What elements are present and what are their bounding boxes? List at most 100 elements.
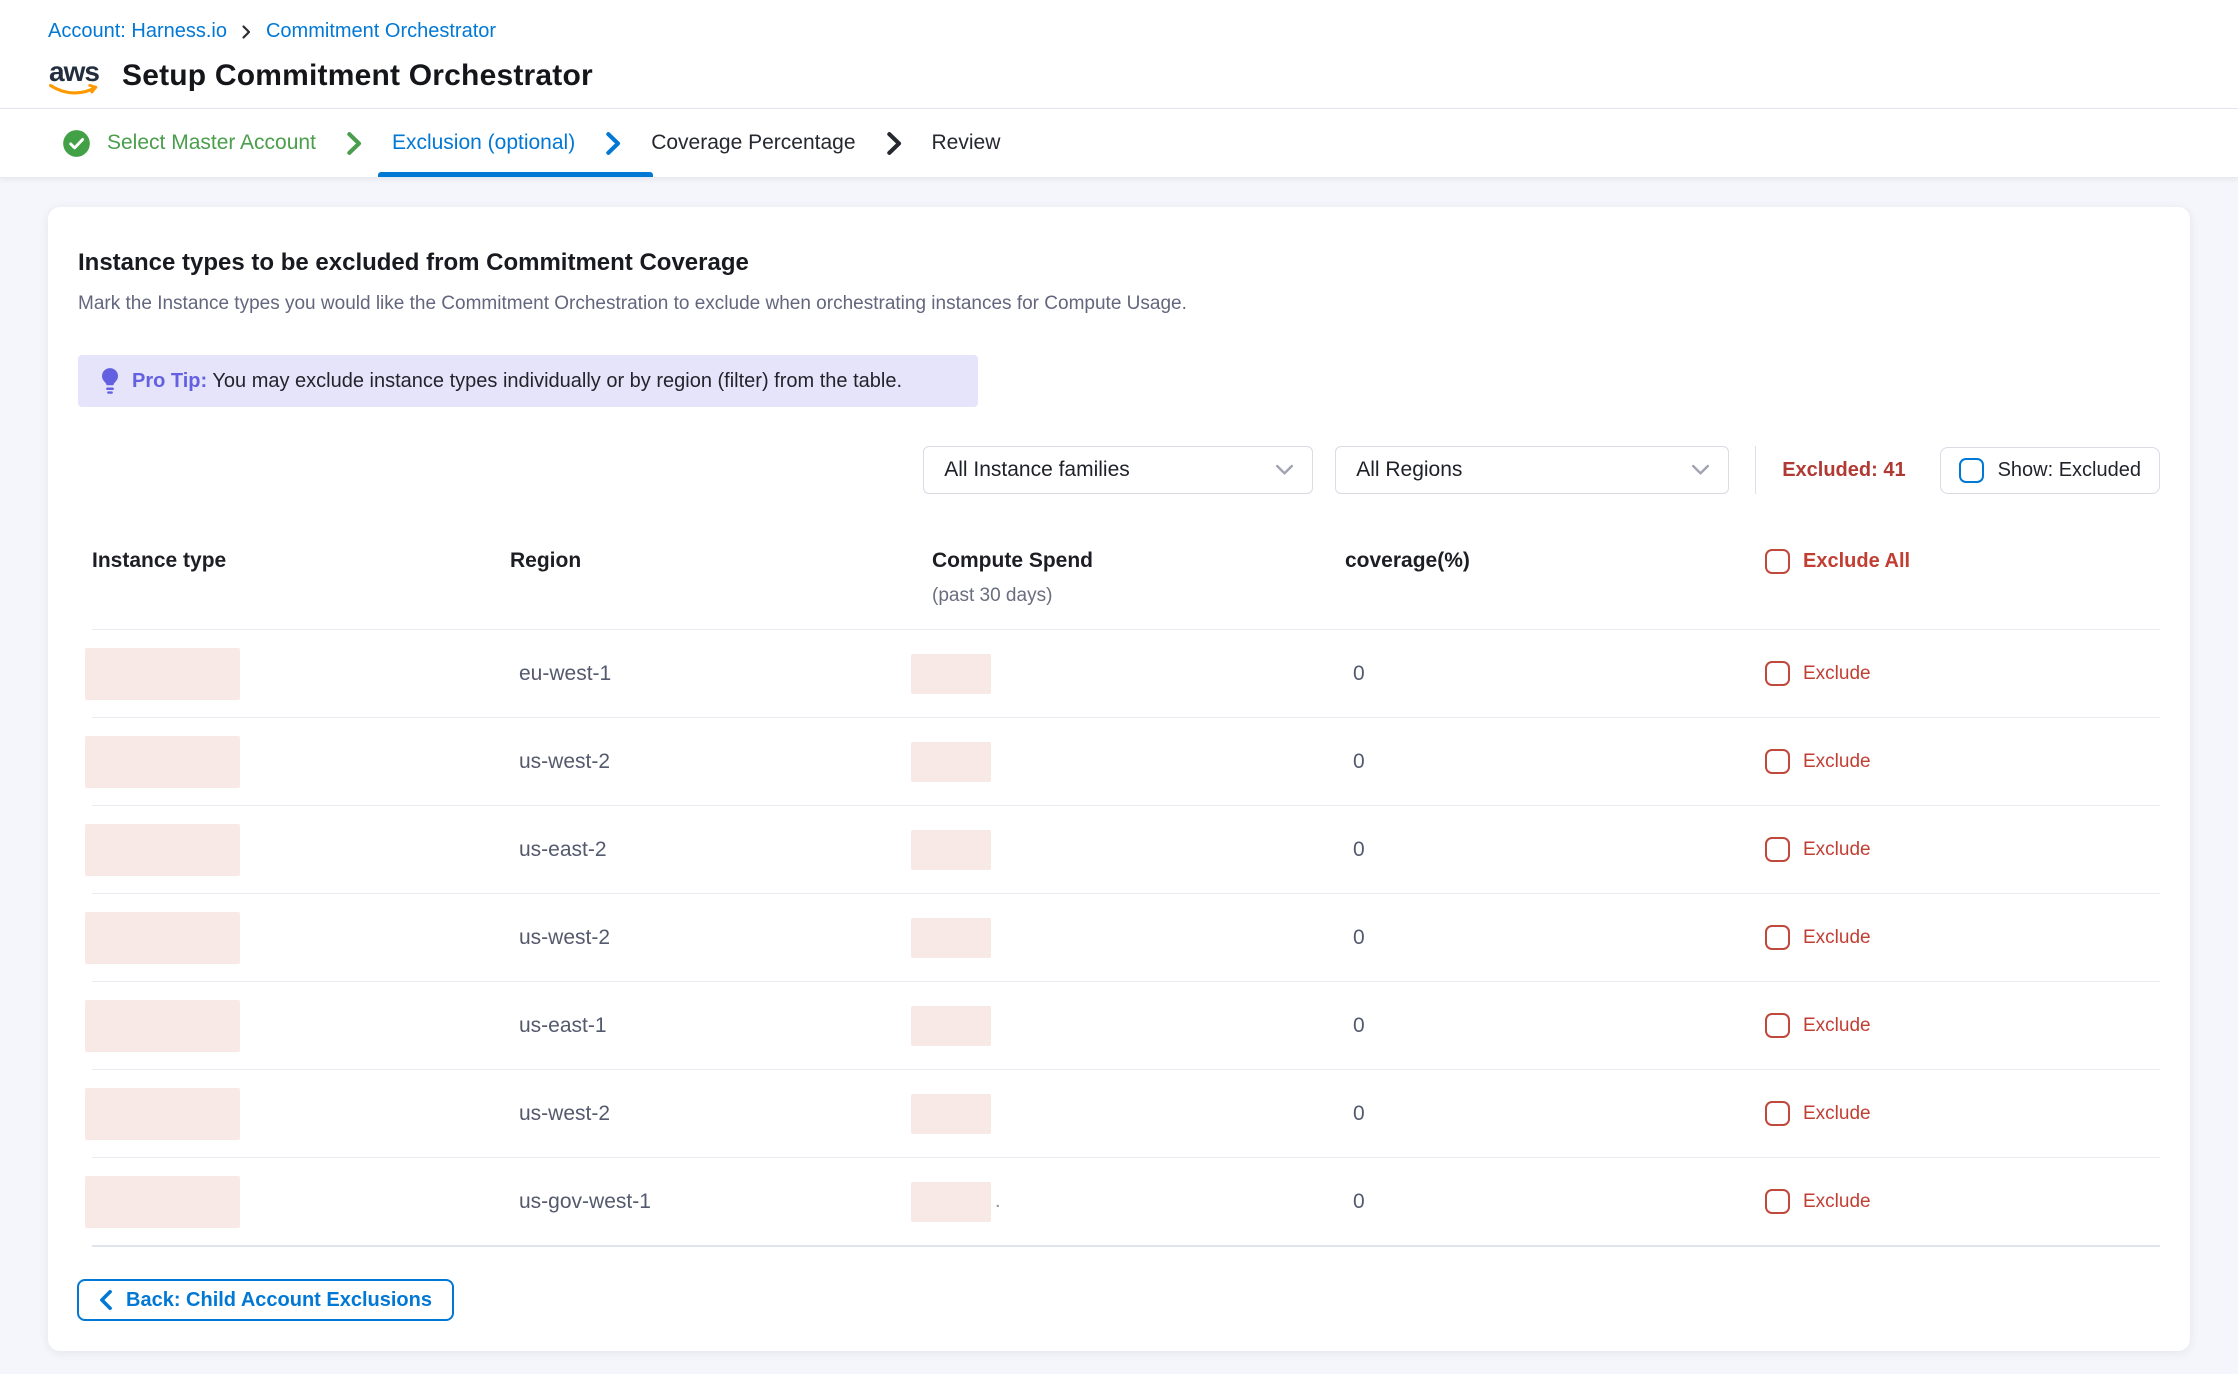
instance-type-redacted-value [85,736,240,788]
table-row: us-east-20Exclude [92,806,2160,893]
region-cell: us-west-2 [510,926,932,950]
exclude-all-checkbox[interactable] [1765,549,1790,574]
table-header-row: Instance type Region Compute Spend (past… [92,549,2160,629]
region-dropdown[interactable]: All Regions [1335,446,1729,494]
column-header-compute-spend-sub: (past 30 days) [932,585,1345,607]
chevron-right-icon [605,131,621,156]
table-row: us-west-2 0Exclude [92,894,2160,981]
step-label: Exclusion (optional) [392,131,575,155]
table-divider [92,1245,2160,1247]
compute-spend-redacted-value [911,918,991,958]
region-cell: us-gov-west-1 [510,1190,932,1214]
step-coverage-percentage[interactable]: Coverage Percentage [651,109,855,177]
exclude-all-label: Exclude All [1803,550,1910,573]
exclude-checkbox[interactable] [1765,837,1790,862]
exclude-all-control[interactable]: Exclude All [1765,549,2160,574]
coverage-cell: 0 [1345,1014,1765,1038]
table-row: us-gov-west-1.0Exclude [92,1158,2160,1245]
exclude-checkbox[interactable] [1765,1101,1790,1126]
instance-family-dropdown[interactable]: All Instance families [923,446,1313,494]
table-row: eu-west-1 0 Exclude [92,630,2160,717]
compute-spend-redacted-value [911,1182,991,1222]
exclude-label: Exclude [1803,1103,1871,1125]
exclude-row-control[interactable]: Exclude [1765,1189,2160,1214]
filter-row: All Instance families All Regions Exclud… [78,446,2160,494]
exclude-checkbox[interactable] [1765,1013,1790,1038]
region-cell: us-east-2 [510,838,932,862]
back-button[interactable]: Back: Child Account Exclusions [77,1279,454,1321]
pro-tip-label: Pro Tip: [132,370,207,392]
chevron-right-icon [886,131,902,156]
exclude-label: Exclude [1803,663,1871,685]
chevron-right-icon [346,131,362,156]
coverage-cell: 0 [1345,662,1765,686]
exclude-checkbox[interactable] [1765,1189,1790,1214]
instance-type-redacted-value [85,1000,240,1052]
table-body: eu-west-10Excludeus-west-20Excludeus-eas… [92,630,2160,1247]
region-cell: eu-west-1 [510,662,932,686]
exclude-label: Exclude [1803,751,1871,773]
step-select-master-account[interactable]: Select Master Account [62,109,316,177]
coverage-cell: 0 [1345,926,1765,950]
exclude-row-control[interactable]: Exclude [1765,661,2160,686]
step-label: Review [932,131,1001,155]
breadcrumb-page-link[interactable]: Commitment Orchestrator [266,20,496,43]
compute-spend-redacted-value [911,830,991,870]
coverage-cell: 0 [1345,1190,1765,1214]
exclude-row-control[interactable]: Exclude [1765,925,2160,950]
instance-type-redacted-value [85,824,240,876]
exclude-row-control[interactable]: Exclude [1765,749,2160,774]
aws-smile-icon [48,82,100,96]
chevron-left-icon [99,1289,113,1311]
aws-logo: aws [48,59,100,96]
exclude-label: Exclude [1803,839,1871,861]
panel-description: Mark the Instance types you would like t… [78,293,2160,315]
back-button-label: Back: Child Account Exclusions [126,1289,432,1312]
stepper: Select Master Account Exclusion (optiona… [0,109,2238,178]
page-header: Account: Harness.io Commitment Orchestra… [0,0,2238,109]
compute-spend-redacted-value [911,1094,991,1134]
check-circle-icon [62,129,91,158]
column-header-compute-spend: Compute Spend (past 30 days) [932,549,1345,607]
pro-tip-banner: Pro Tip: You may exclude instance types … [78,355,978,407]
breadcrumb-chevron-icon [241,24,252,40]
aws-logo-text: aws [49,59,99,84]
main-content: Instance types to be excluded from Commi… [0,178,2238,1374]
step-exclusion[interactable]: Exclusion (optional) [392,109,575,177]
chevron-down-icon [1691,464,1710,476]
lightbulb-icon [100,367,120,395]
vertical-divider [1755,446,1756,494]
column-header-coverage: coverage(%) [1345,549,1765,573]
show-excluded-label: Show: Excluded [1998,459,2141,482]
exclusion-panel: Instance types to be excluded from Commi… [48,207,2190,1351]
step-label: Coverage Percentage [651,131,855,155]
instance-type-redacted-value [85,648,240,700]
excluded-count-badge: Excluded: 41 [1782,459,1905,482]
exclude-checkbox[interactable] [1765,749,1790,774]
region-dropdown-value: All Regions [1356,458,1462,482]
exclude-row-control[interactable]: Exclude [1765,1013,2160,1038]
coverage-cell: 0 [1345,1102,1765,1126]
show-excluded-toggle[interactable]: Show: Excluded [1940,447,2160,494]
show-excluded-checkbox[interactable] [1959,458,1984,483]
column-header-region: Region [510,549,932,573]
instance-family-dropdown-value: All Instance families [944,458,1130,482]
exclude-checkbox[interactable] [1765,661,1790,686]
instance-type-redacted-value [85,1088,240,1140]
exclude-label: Exclude [1803,1015,1871,1037]
compute-spend-redacted-value [911,1006,991,1046]
instance-type-redacted-value [85,1176,240,1228]
exclude-checkbox[interactable] [1765,925,1790,950]
exclude-row-control[interactable]: Exclude [1765,837,2160,862]
exclude-label: Exclude [1803,1191,1871,1213]
region-cell: us-east-1 [510,1014,932,1038]
table-row: us-east-1 0 Exclude [92,982,2160,1069]
exclusion-table: Instance type Region Compute Spend (past… [78,549,2160,1247]
coverage-cell: 0 [1345,750,1765,774]
table-row: us-west-20Exclude [92,1070,2160,1157]
breadcrumb-account-link[interactable]: Account: Harness.io [48,20,227,43]
table-row: us-west-20Exclude [92,718,2160,805]
exclude-row-control[interactable]: Exclude [1765,1101,2160,1126]
column-header-instance-type: Instance type [92,549,510,573]
step-review[interactable]: Review [932,109,1001,177]
